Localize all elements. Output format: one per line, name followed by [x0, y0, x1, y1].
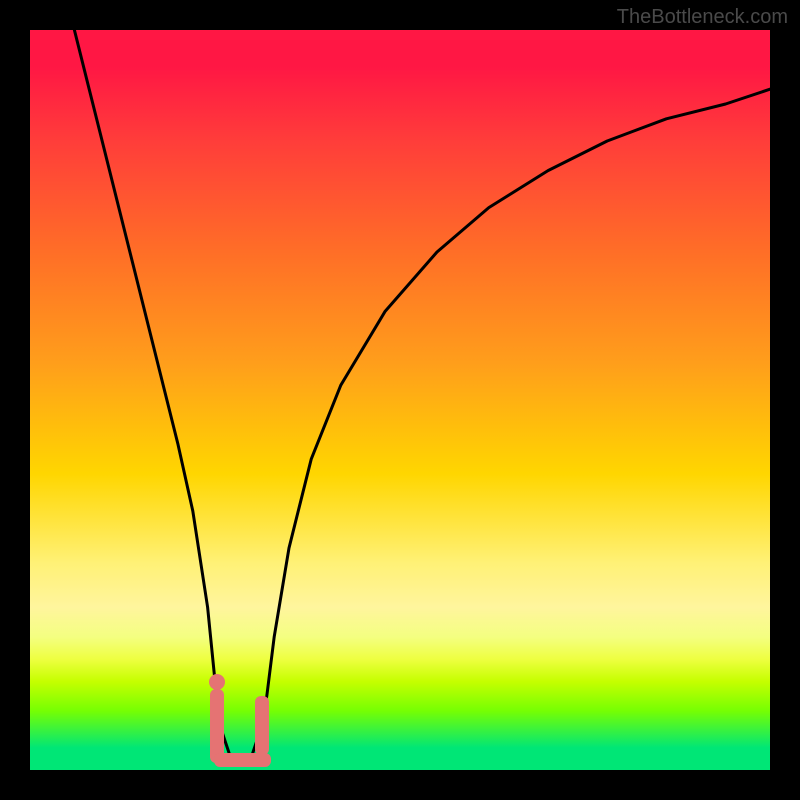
bottleneck-curve	[30, 30, 770, 770]
marker-left	[210, 689, 224, 763]
marker-floor	[214, 753, 270, 767]
marker-right	[255, 696, 269, 755]
plot-area	[30, 30, 770, 770]
watermark-text: TheBottleneck.com	[617, 6, 788, 29]
chart-container: TheBottleneck.com	[0, 0, 800, 800]
